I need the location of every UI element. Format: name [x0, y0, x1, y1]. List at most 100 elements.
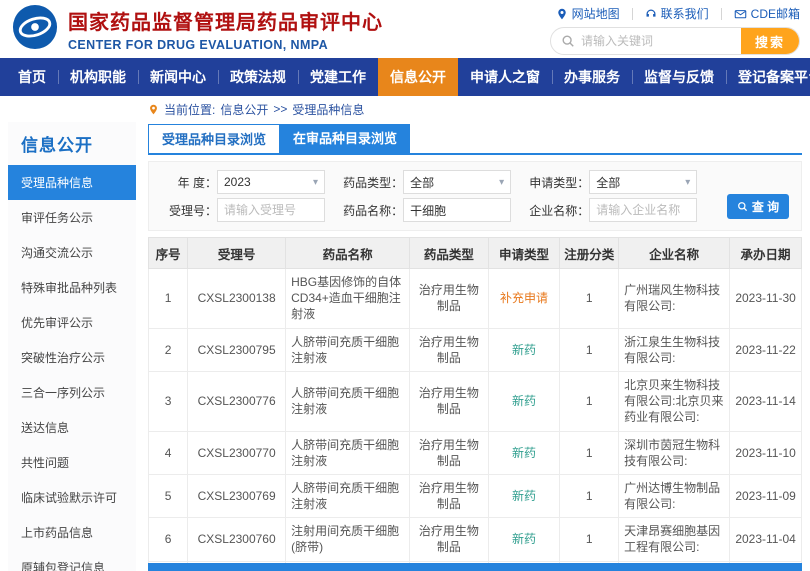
contact-link[interactable]: 联系我们 — [645, 5, 709, 22]
table-cell: 1 — [559, 430, 620, 475]
breadcrumb-current[interactable]: 受理品种信息 — [292, 101, 364, 118]
table-cell: 新药 — [487, 473, 561, 519]
table-cell: 北京贝来生物科技有限公司:北京贝来药业有限公司: — [618, 370, 731, 432]
company-input[interactable] — [589, 198, 698, 222]
query-button[interactable]: 查 询 — [727, 194, 789, 219]
filter-panel: 年 度： 2023 ▾ 药品类型： 全部 ▾ 申请类型： 全部 ▾ 受理号： 请… — [148, 161, 802, 231]
table-cell: 1 — [559, 268, 620, 329]
year-select[interactable]: 2023 ▾ — [217, 170, 325, 194]
nav-item[interactable]: 登记备案平台 — [726, 58, 810, 96]
table-cell: 新药 — [487, 430, 561, 475]
divider — [720, 7, 722, 20]
sidebar-item[interactable]: 三合一序列公示 — [8, 375, 136, 410]
nav-item[interactable]: 政策法规 — [218, 58, 298, 96]
site-title: 国家药品监督管理局药品审评中心 — [68, 12, 383, 34]
table-cell: 4 — [148, 430, 189, 475]
sidebar-item[interactable]: 共性问题 — [8, 445, 136, 480]
tab-under-review-catalog[interactable]: 在审品种目录浏览 — [280, 124, 411, 153]
search-icon — [562, 35, 574, 47]
apply-type-filter: 申请类型： 全部 ▾ — [523, 170, 709, 194]
sidebar-item[interactable]: 特殊审批品种列表 — [8, 270, 136, 305]
table-header-cell: 受理号 — [187, 237, 287, 269]
sidebar-item[interactable]: 原辅包登记信息 — [8, 550, 136, 571]
table-cell: 浙江泉生生物科技有限公司: — [618, 327, 731, 372]
chevron-down-icon: ▾ — [312, 176, 318, 188]
search-button[interactable]: 搜索 — [741, 28, 799, 54]
sitemap-link[interactable]: 网站地图 — [556, 5, 620, 22]
table-header-cell: 药品名称 — [285, 237, 411, 269]
nav-item[interactable]: 办事服务 — [552, 58, 632, 96]
sidebar-item[interactable]: 优先审评公示 — [8, 305, 136, 340]
nav-item[interactable]: 监督与反馈 — [632, 58, 726, 96]
sidebar: 信息公开 受理品种信息 审评任务公示 沟通交流公示 特殊审批品种列表 优先审评公示 突破性… — [8, 122, 136, 571]
chevron-down-icon: ▾ — [685, 176, 691, 188]
cde-logo[interactable] — [12, 4, 58, 55]
apply-type-label: 申请类型： — [529, 175, 590, 190]
drug-name-input[interactable] — [403, 198, 512, 222]
table-row: 3 CXSL2300776 人脐带间充质干细胞注射液 治疗用生物制品 新药 1 北京贝来生物… — [148, 370, 802, 432]
drug-type-select[interactable]: 全部 ▾ — [403, 170, 512, 194]
nav-item[interactable]: 党建工作 — [298, 58, 378, 96]
table-cell: 1 — [559, 517, 620, 562]
apply-type-select-value: 全部 — [596, 175, 621, 190]
table-cell: 2023-11-09 — [729, 473, 802, 519]
nav-item[interactable]: 信息公开 — [378, 58, 458, 96]
nav-item[interactable]: 机构职能 — [58, 58, 138, 96]
table-row: 5 CXSL2300769 人脐带间充质干细胞注射液 治疗用生物制品 新药 1 广州达博生物… — [148, 473, 802, 519]
table-cell: 新药 — [487, 370, 561, 432]
sidebar-item[interactable]: 审评任务公示 — [8, 200, 136, 235]
table-cell: 治疗用生物制品 — [409, 517, 489, 562]
table-cell: 1 — [559, 327, 620, 372]
table-header-row: 序号 受理号 药品名称 药品类型 申请类型 注册分类 企业名称 承办日期 — [148, 237, 802, 269]
nav-item[interactable]: 首页 — [6, 58, 58, 96]
sidebar-item[interactable]: 送达信息 — [8, 410, 136, 445]
table-cell: 1 — [559, 370, 620, 432]
table-cell: 人脐带间充质干细胞注射液 — [285, 327, 411, 372]
main-nav: 首页 机构职能 新闻中心 政策法规 党建工作 信息公开 申请人之窗 办事服务 监督与反馈 登记备案… — [0, 58, 810, 96]
table-row: 4 CXSL2300770 人脐带间充质干细胞注射液 治疗用生物制品 新药 1 深圳市茵冠生… — [148, 430, 802, 475]
apply-type-select[interactable]: 全部 ▾ — [589, 170, 698, 194]
sidebar-item[interactable]: 沟通交流公示 — [8, 235, 136, 270]
table-cell: 新药 — [487, 517, 561, 562]
sidebar-item[interactable]: 临床试验默示许可 — [8, 480, 136, 515]
table-cell: CXSL2300776 — [187, 370, 287, 432]
sidebar-item[interactable]: 上市药品信息 — [8, 515, 136, 550]
filter-row-2: 受理号： 药品名称： 企业名称： — [151, 198, 715, 222]
table-cell: 2023-11-22 — [729, 327, 802, 372]
table-cell: 2 — [148, 327, 189, 372]
mailbox-link[interactable]: CDE邮箱 — [734, 5, 800, 22]
table-header-cell: 注册分类 — [559, 237, 620, 269]
sitemap-link-label: 网站地图 — [571, 7, 620, 21]
table-cell: 人脐带间充质干细胞注射液 — [285, 430, 411, 475]
sidebar-item[interactable]: 突破性治疗公示 — [8, 340, 136, 375]
pagination-bar[interactable] — [148, 563, 802, 571]
table-cell: 5 — [148, 473, 189, 519]
year-filter: 年 度： 2023 ▾ — [151, 170, 337, 194]
accept-no-input[interactable] — [217, 198, 325, 222]
nav-item[interactable]: 新闻中心 — [138, 58, 218, 96]
table-cell: 广州瑞风生物科技有限公司: — [618, 268, 731, 329]
table-cell: CXSL2300770 — [187, 430, 287, 475]
table-cell: 治疗用生物制品 — [409, 430, 489, 475]
main-panel: 受理品种目录浏览 在审品种目录浏览 年 度： 2023 ▾ 药品类型： 全部 ▾… — [148, 122, 802, 571]
mail-icon — [734, 9, 746, 18]
table-row: 1 CXSL2300138 HBG基因修饰的自体CD34+造血干细胞注射液 治疗用生物… — [148, 268, 802, 329]
drug-name-label: 药品名称： — [343, 203, 404, 218]
sidebar-item[interactable]: 受理品种信息 — [8, 165, 136, 200]
table-cell: 人脐带间充质干细胞注射液 — [285, 370, 411, 432]
header-right: 网站地图 联系我们 CDE邮箱 请输入关键词 搜索 — [550, 3, 800, 55]
breadcrumb-section[interactable]: 信息公开 — [220, 101, 268, 118]
divider — [631, 7, 633, 20]
table-cell: 补充申请 — [487, 268, 561, 329]
company-label: 企业名称： — [529, 203, 590, 218]
year-label: 年 度： — [177, 175, 217, 190]
drug-name-filter: 药品名称： — [337, 198, 523, 222]
site-subtitle: CENTER FOR DRUG EVALUATION, NMPA — [68, 38, 329, 52]
cde-logo-icon — [12, 4, 58, 49]
search-input[interactable] — [581, 34, 741, 48]
tab-accepted-catalog[interactable]: 受理品种目录浏览 — [148, 124, 281, 153]
sidebar-menu: 受理品种信息 审评任务公示 沟通交流公示 特殊审批品种列表 优先审评公示 突破性治疗公示三… — [8, 165, 136, 571]
table-header-cell: 药品类型 — [409, 237, 489, 269]
nav-item[interactable]: 申请人之窗 — [458, 58, 552, 96]
table-cell: 治疗用生物制品 — [409, 370, 489, 432]
